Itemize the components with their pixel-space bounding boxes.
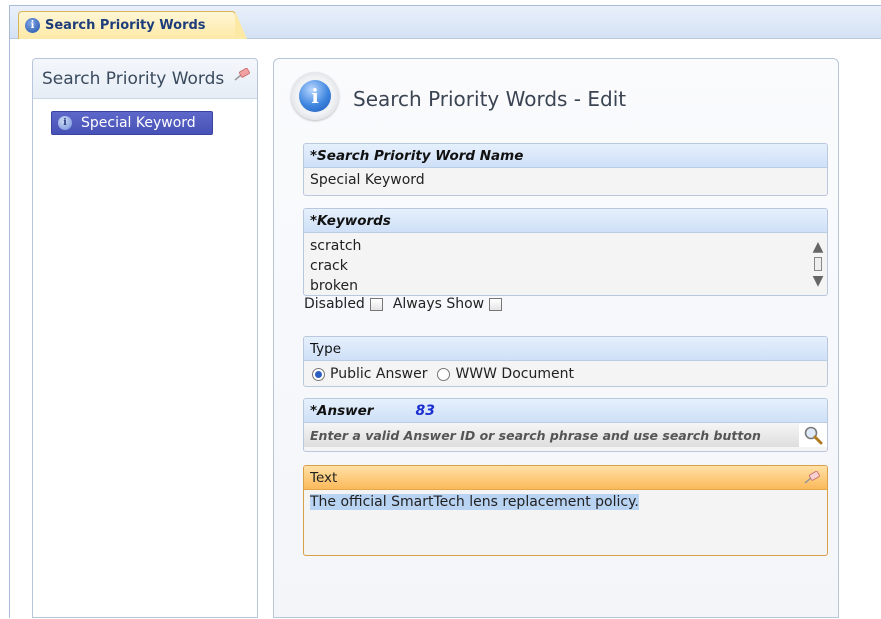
page-title: Search Priority Words - Edit (353, 87, 627, 111)
keyword-item: scratch (310, 238, 362, 254)
disabled-checkbox[interactable] (369, 297, 383, 311)
text-field-label: Text (310, 469, 338, 486)
type-field-label: Type (304, 337, 827, 361)
tab-search-priority-words[interactable]: i Search Priority Words (18, 11, 247, 39)
keywords-textarea[interactable]: scratch crack broken ▲ ▼ (304, 233, 827, 294)
left-panel-header: Search Priority Words (33, 59, 257, 99)
answer-field-label: *Answer (310, 402, 374, 419)
type-field-group: Type Public Answer WWW Document (303, 336, 828, 387)
search-icon (804, 426, 823, 445)
name-field-label: *Search Priority Word Name (304, 144, 827, 168)
public-answer-label[interactable]: Public Answer (330, 366, 427, 382)
answer-input[interactable]: Enter a valid Answer ID or search phrase… (304, 423, 827, 447)
answer-id-value: 83 (415, 402, 435, 419)
text-field-header: Text (304, 466, 827, 490)
flags-row: Disabled Always Show (304, 296, 512, 312)
left-panel: Search Priority Words i Special Keyword (32, 58, 258, 618)
keyword-item: broken (310, 278, 358, 294)
tab-strip: i Search Priority Words (10, 6, 881, 39)
info-icon: i (291, 72, 339, 120)
keywords-field-label: *Keywords (304, 209, 827, 233)
scroll-up-icon[interactable]: ▲ (813, 237, 824, 257)
edit-panel: i Search Priority Words - Edit *Search P… (273, 58, 839, 618)
scroll-thumb[interactable] (814, 257, 822, 271)
pin-icon[interactable] (803, 471, 821, 485)
pin-icon[interactable] (233, 68, 251, 82)
info-icon: i (25, 18, 40, 33)
answer-input-placeholder: Enter a valid Answer ID or search phrase… (310, 427, 761, 443)
name-field-group: *Search Priority Word Name Special Keywo… (303, 143, 828, 196)
keyword-item: crack (310, 258, 348, 274)
type-options: Public Answer WWW Document (304, 361, 827, 386)
text-editor[interactable]: The official SmartTech lens replacement … (304, 490, 827, 554)
always-show-checkbox[interactable] (489, 297, 503, 311)
keywords-field-group: *Keywords scratch crack broken ▲ ▼ (303, 208, 828, 296)
always-show-label: Always Show (392, 296, 485, 312)
tab-label: Search Priority Words (45, 18, 206, 33)
left-panel-title: Search Priority Words (42, 68, 225, 89)
info-icon: i (58, 116, 72, 130)
www-document-label[interactable]: WWW Document (455, 366, 574, 382)
answer-field-group: *Answer 83 Enter a valid Answer ID or se… (303, 398, 828, 452)
keywords-scrollbar[interactable]: ▲ ▼ (811, 237, 825, 291)
sidebar-item-label: Special Keyword (81, 115, 196, 131)
search-button[interactable] (799, 423, 827, 447)
text-content: The official SmartTech lens replacement … (310, 494, 639, 510)
answer-field-header: *Answer 83 (304, 399, 827, 423)
text-field-group: Text The official SmartTech lens replace… (303, 465, 828, 556)
scroll-down-icon[interactable]: ▼ (813, 271, 824, 291)
www-document-radio[interactable] (437, 367, 451, 381)
name-field[interactable]: Special Keyword (304, 168, 827, 192)
public-answer-radio[interactable] (312, 367, 325, 381)
disabled-label: Disabled (304, 296, 365, 312)
sidebar-item-special-keyword[interactable]: i Special Keyword (51, 111, 213, 135)
